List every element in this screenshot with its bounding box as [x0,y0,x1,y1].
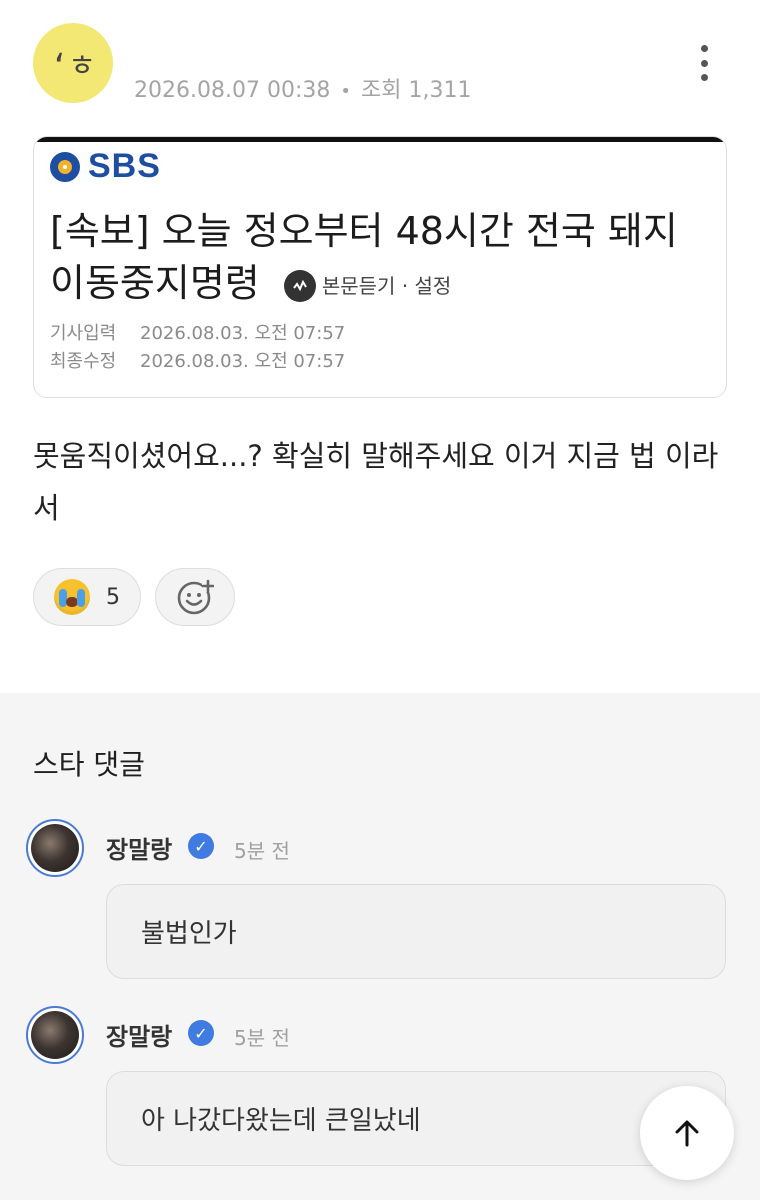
post-date: 2026.08.07 00:38 [134,78,331,103]
crying-face-icon [54,579,90,615]
comment-bubble[interactable]: 아 나갔다왔는데 큰일났네 [106,1071,726,1166]
reaction-bar: 5 [33,568,235,628]
more-options-icon[interactable] [690,45,718,81]
view-count: 조회 1,311 [360,78,472,103]
verified-badge-icon: ✓ [188,1020,214,1046]
scroll-top-button[interactable] [640,1086,734,1180]
comment-avatar[interactable] [26,819,84,877]
arrow-up-icon [675,1120,699,1147]
meta-separator: • [340,81,351,102]
comment-avatar[interactable] [26,1006,84,1064]
author-avatar[interactable]: ʻㅎ [33,23,113,103]
sbs-logo: SBS [50,147,161,186]
news-headline: [속보] 오늘 정오부터 48시간 전국 돼지 이동중지명령 본문듣기 · 설정 [50,205,720,312]
audio-listen-icon [283,269,316,302]
comment-text: 불법인가 [141,919,237,949]
add-reaction-button[interactable] [155,568,235,626]
comment-author[interactable]: 장말랑 [106,830,172,865]
add-reaction-icon [177,579,214,615]
star-comments-title: 스타 댓글 [33,748,145,781]
reaction-button[interactable]: 5 [33,568,141,626]
avatar-glyph: ʻㅎ [50,49,96,84]
news-screenshot-card[interactable]: SBS [속보] 오늘 정오부터 48시간 전국 돼지 이동중지명령 본문듣기 … [33,136,727,398]
reaction-count: 5 [106,584,120,610]
post-header: ʻㅎ 2026.08.07 00:38 • 조회 1,311 [0,0,760,130]
comment-author[interactable]: 장말랑 [106,1017,172,1052]
news-dates: 기사입력 2026.08.03. 오전 07:57 최종수정 2026.08.03.… [50,320,345,376]
listen-control[interactable]: 본문듣기 · 설정 [283,260,452,312]
published-label: 기사입력 [50,323,117,344]
post-body: 못움직이셨어요...? 확실히 말해주세요 이거 지금 법 이라서 [33,439,719,525]
modified-value: 2026.08.03. 오전 07:57 [140,351,346,372]
modified-label: 최종수정 [50,351,117,372]
sbs-logo-text: SBS [88,147,161,185]
published-value: 2026.08.03. 오전 07:57 [140,323,346,344]
verified-badge-icon: ✓ [188,833,214,859]
sbs-logo-icon [50,151,80,182]
comment-text: 아 나갔다왔는데 큰일났네 [141,1106,421,1136]
comment-time: 5분 전 [234,1026,290,1050]
post-meta: 2026.08.07 00:38 • 조회 1,311 [134,72,471,104]
comment-bubble[interactable]: 불법인가 [106,884,726,979]
comment-time: 5분 전 [234,839,290,863]
card-top-border [34,137,726,142]
listen-label: 본문듣기 · 설정 [321,273,452,298]
